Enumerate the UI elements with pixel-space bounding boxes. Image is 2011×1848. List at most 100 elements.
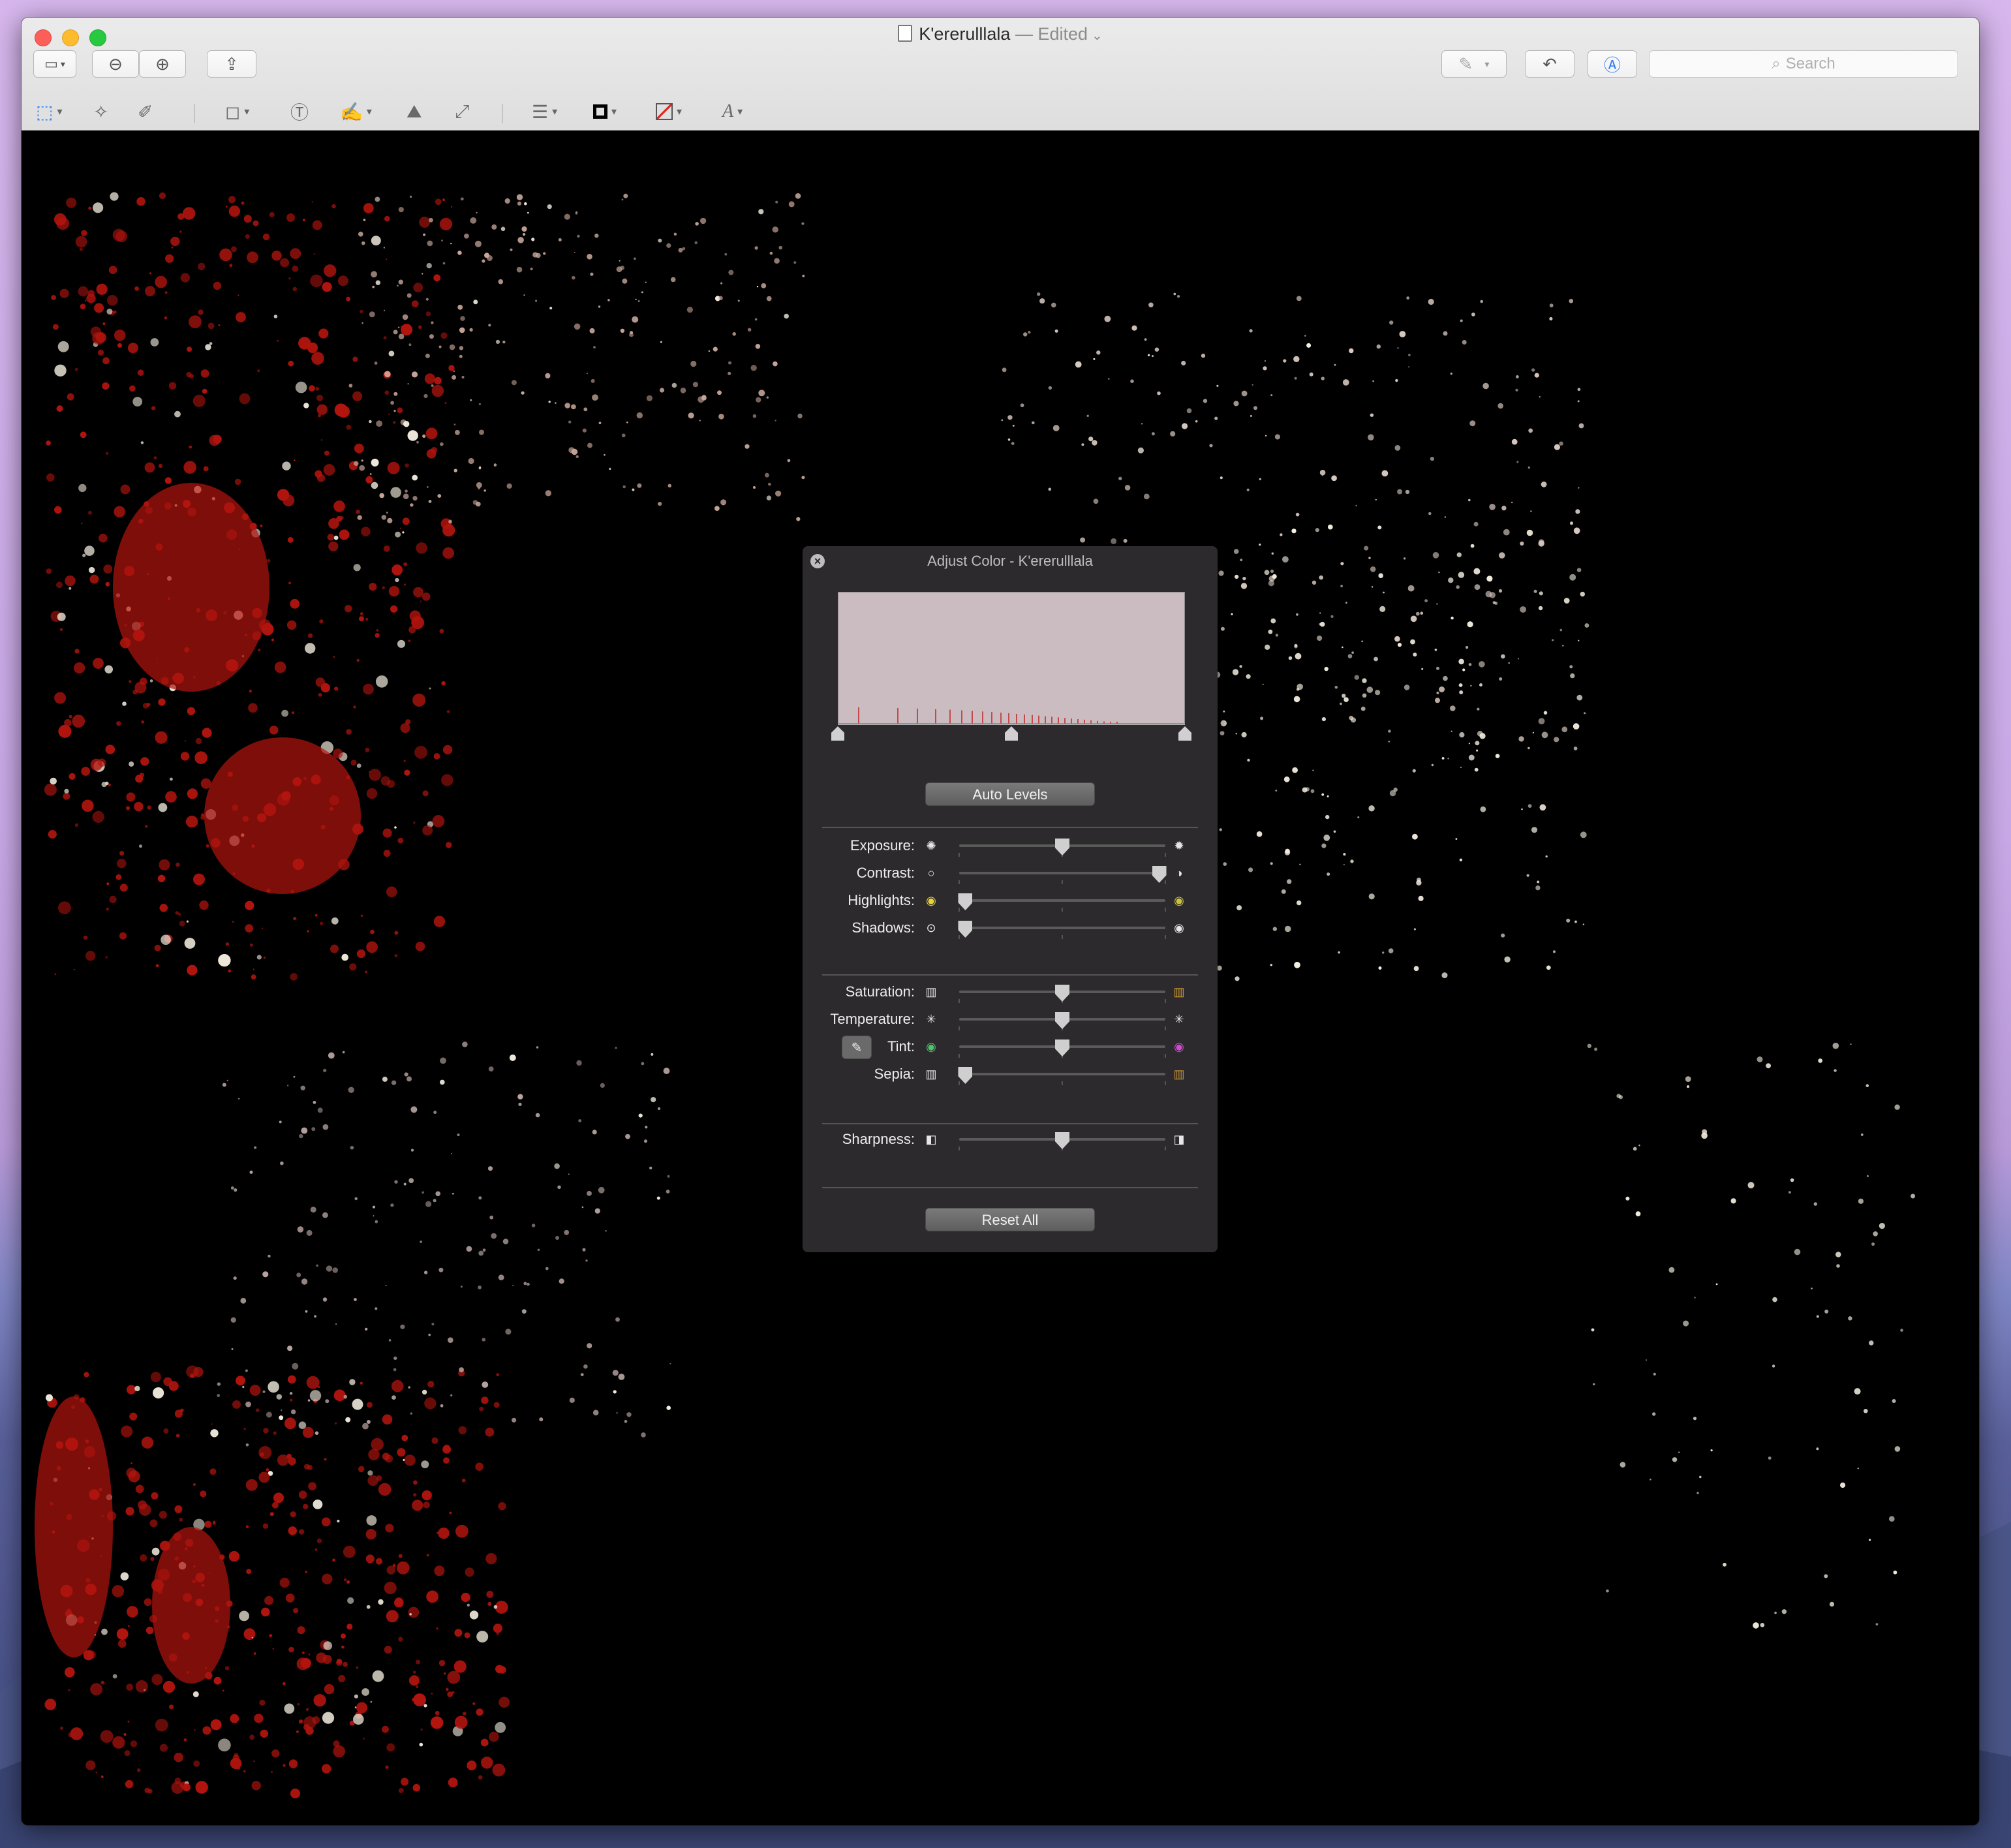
image-speck — [1413, 928, 1416, 931]
image-speck — [1715, 1283, 1718, 1286]
slider-thumb[interactable] — [1055, 985, 1069, 1002]
image-speck — [539, 1417, 544, 1422]
image-speck — [1459, 858, 1463, 862]
image-speck — [1563, 598, 1570, 604]
image-speck — [88, 510, 92, 515]
markup-toolbar-button[interactable]: Ⓐ — [1588, 50, 1637, 78]
slider-track[interactable] — [959, 872, 1166, 884]
slider-tick — [1062, 880, 1063, 884]
panel-divider — [822, 1187, 1198, 1188]
image-speck — [288, 1646, 294, 1653]
image-speck — [488, 324, 491, 327]
eyedropper-button[interactable]: ✎ — [842, 1036, 872, 1059]
slider-track[interactable] — [959, 927, 1166, 939]
image-speck — [1693, 1417, 1697, 1421]
sketch-tool[interactable]: ✐ — [138, 100, 153, 123]
rotate-button[interactable]: ↶ — [1525, 50, 1574, 78]
image-speck — [1104, 315, 1111, 322]
image-speck — [236, 1376, 245, 1386]
image-speck — [81, 230, 87, 236]
image-speck — [404, 1455, 416, 1466]
image-speck — [82, 553, 86, 557]
image-speck — [407, 430, 418, 441]
image-speck — [1275, 634, 1278, 637]
image-speck — [450, 206, 453, 208]
image-speck — [747, 328, 752, 332]
text-tool[interactable]: Ⓣ — [290, 100, 309, 123]
image-speck — [1310, 789, 1315, 793]
slider-thumb[interactable] — [958, 1067, 973, 1084]
slider-row-tint: ✎ Tint: ◉ ◉ — [803, 1034, 1218, 1060]
image-speck — [658, 502, 662, 506]
slider-thumb[interactable] — [1055, 839, 1069, 855]
image-speck — [105, 581, 110, 587]
image-speck — [56, 217, 70, 230]
slider-thumb[interactable] — [958, 893, 973, 910]
slider-track[interactable] — [959, 1073, 1166, 1085]
image-speck — [353, 705, 356, 709]
slider-thumb[interactable] — [1055, 1012, 1069, 1029]
image-speck — [402, 531, 405, 534]
image-speck — [144, 1598, 152, 1607]
image-speck — [521, 1309, 527, 1314]
panel-divider — [822, 1123, 1198, 1124]
image-speck — [46, 1394, 53, 1402]
image-speck — [604, 454, 606, 456]
image-speck — [408, 626, 416, 634]
image-speck — [58, 724, 72, 738]
slider-thumb[interactable] — [1055, 1132, 1069, 1149]
levels-mid-handle[interactable] — [1005, 726, 1018, 741]
image-speck — [1879, 1223, 1885, 1229]
image-speck — [638, 1113, 643, 1118]
image-speck — [1342, 379, 1349, 386]
image-speck — [324, 1458, 327, 1461]
auto-levels-button[interactable]: Auto Levels — [925, 782, 1095, 806]
image-speck — [114, 506, 125, 517]
image-speck — [1283, 359, 1287, 363]
image-speck — [1375, 690, 1381, 696]
adjust-color-tool[interactable]: ⛰ — [407, 100, 422, 123]
image-speck — [1235, 732, 1238, 735]
image-speck — [410, 1412, 412, 1415]
image-speck — [482, 1338, 486, 1342]
image-speck — [486, 1590, 494, 1598]
search-input[interactable]: ⌕ Search — [1649, 50, 1958, 78]
reset-all-button[interactable]: Reset All — [925, 1208, 1095, 1231]
histogram-spike — [858, 707, 859, 724]
image-speck — [1633, 1147, 1637, 1151]
image-speck — [174, 410, 181, 418]
image-speck — [557, 1185, 561, 1190]
shapes-tool[interactable]: ◻ ▾ — [225, 100, 249, 123]
image-speck — [1048, 386, 1052, 390]
window-title[interactable]: K'ererulllala — Edited ⌄ — [22, 24, 1979, 44]
image-speck — [425, 1201, 432, 1207]
zoom-out-button[interactable]: ⊖ — [92, 50, 139, 78]
image-speck — [403, 562, 408, 566]
image-speck — [85, 300, 87, 301]
share-button[interactable]: ⇪ — [207, 50, 256, 78]
rect-select-tool[interactable]: ⬚ ▾ — [36, 100, 63, 123]
border-color-tool[interactable]: ▾ — [593, 100, 617, 123]
image-speck — [127, 1606, 138, 1618]
image-speck — [80, 303, 86, 310]
sign-tool[interactable]: ✍ ▾ — [340, 100, 372, 123]
adjust-size-tool[interactable]: ⤢ — [455, 100, 469, 123]
slider-track[interactable] — [959, 899, 1166, 912]
slider-thumb[interactable] — [1055, 1040, 1069, 1056]
image-speck — [307, 1399, 311, 1402]
slider-tick — [959, 1054, 960, 1058]
image-speck — [365, 747, 370, 752]
slider-thumb[interactable] — [958, 921, 973, 938]
sidebar-button[interactable]: ▭ ▾ — [33, 50, 76, 78]
instant-alpha-tool[interactable]: ✧ — [93, 100, 108, 123]
text-style-tool[interactable]: A ▾ — [722, 100, 743, 123]
levels-white-handle[interactable] — [1178, 726, 1191, 741]
levels-black-handle[interactable] — [831, 726, 844, 741]
markup-pen-button[interactable]: ✎ ▾ — [1441, 50, 1507, 78]
image-speck — [1292, 767, 1298, 773]
zoom-in-button[interactable]: ⊕ — [139, 50, 186, 78]
fill-color-tool[interactable]: ▾ — [656, 100, 682, 123]
image-speck — [1753, 1622, 1759, 1629]
histogram-spike — [1024, 714, 1025, 724]
shape-style-tool[interactable]: ☰ ▾ — [532, 100, 557, 123]
